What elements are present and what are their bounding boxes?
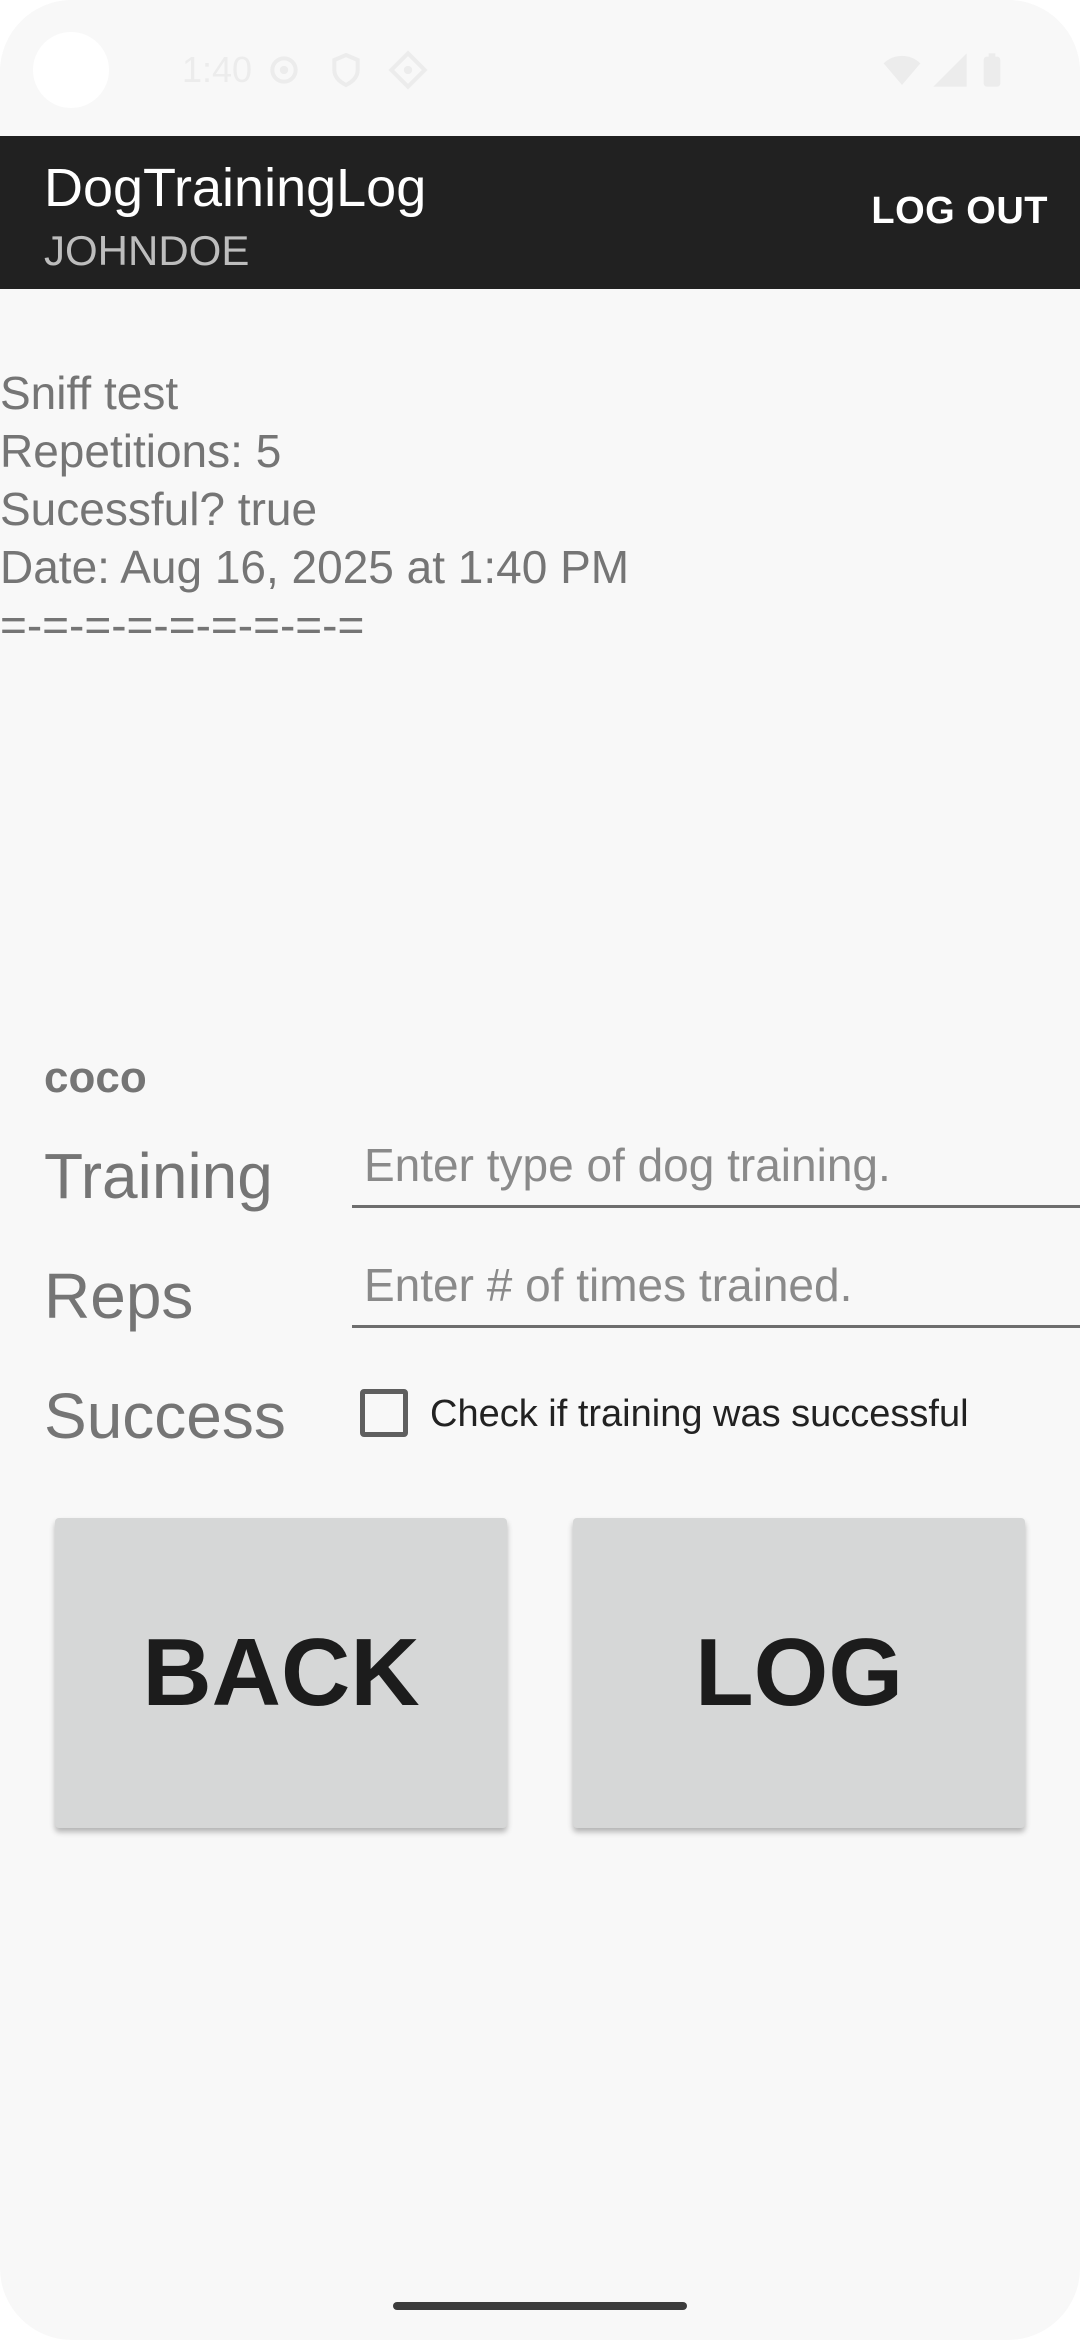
- log-entry-separator: =-=-=-=-=-=-=-=-=: [0, 599, 365, 651]
- signal-icon: [930, 50, 970, 90]
- battery-icon: [972, 50, 1012, 90]
- log-entry-training: Sniff test: [0, 367, 179, 419]
- status-bar: 1:40: [0, 0, 1080, 136]
- shield-icon: [326, 50, 366, 90]
- log-entry-success: Sucessful? true: [0, 483, 318, 535]
- log-entry-date: Date: Aug 16, 2025 at 1:40 PM: [0, 541, 630, 593]
- wifi-icon: [882, 50, 922, 90]
- gesture-nav-handle[interactable]: [393, 2302, 687, 2310]
- dog-name: coco: [44, 1053, 147, 1102]
- camera-cutout: [33, 32, 109, 108]
- reps-input[interactable]: [352, 1244, 1080, 1328]
- settings-icon: [264, 50, 304, 90]
- app-bar: DogTrainingLog JOHNDOE LOG OUT: [0, 136, 1080, 289]
- status-time: 1:40: [182, 49, 253, 90]
- training-input[interactable]: [352, 1124, 1080, 1208]
- log-button[interactable]: LOG: [573, 1518, 1025, 1828]
- training-label: Training: [44, 1140, 273, 1212]
- logout-button[interactable]: LOG OUT: [871, 186, 1048, 236]
- log-entry: Sniff test Repetitions: 5 Sucessful? tru…: [0, 364, 1080, 654]
- success-checkbox[interactable]: [360, 1389, 408, 1437]
- app-title: DogTrainingLog: [44, 158, 427, 218]
- training-log-list: Sniff test Repetitions: 5 Sucessful? tru…: [0, 364, 1080, 654]
- success-label: Success: [44, 1380, 286, 1452]
- location-icon: [388, 50, 428, 90]
- reps-label: Reps: [44, 1260, 194, 1332]
- app-screen: 1:40 DogTrainingLog JOHNDOE LOG OUT Snif…: [0, 0, 1080, 2340]
- back-button[interactable]: BACK: [55, 1518, 507, 1828]
- username-subtitle: JOHNDOE: [44, 227, 250, 274]
- success-checkbox-label[interactable]: Check if training was successful: [430, 1390, 969, 1438]
- log-entry-reps: Repetitions: 5: [0, 425, 282, 477]
